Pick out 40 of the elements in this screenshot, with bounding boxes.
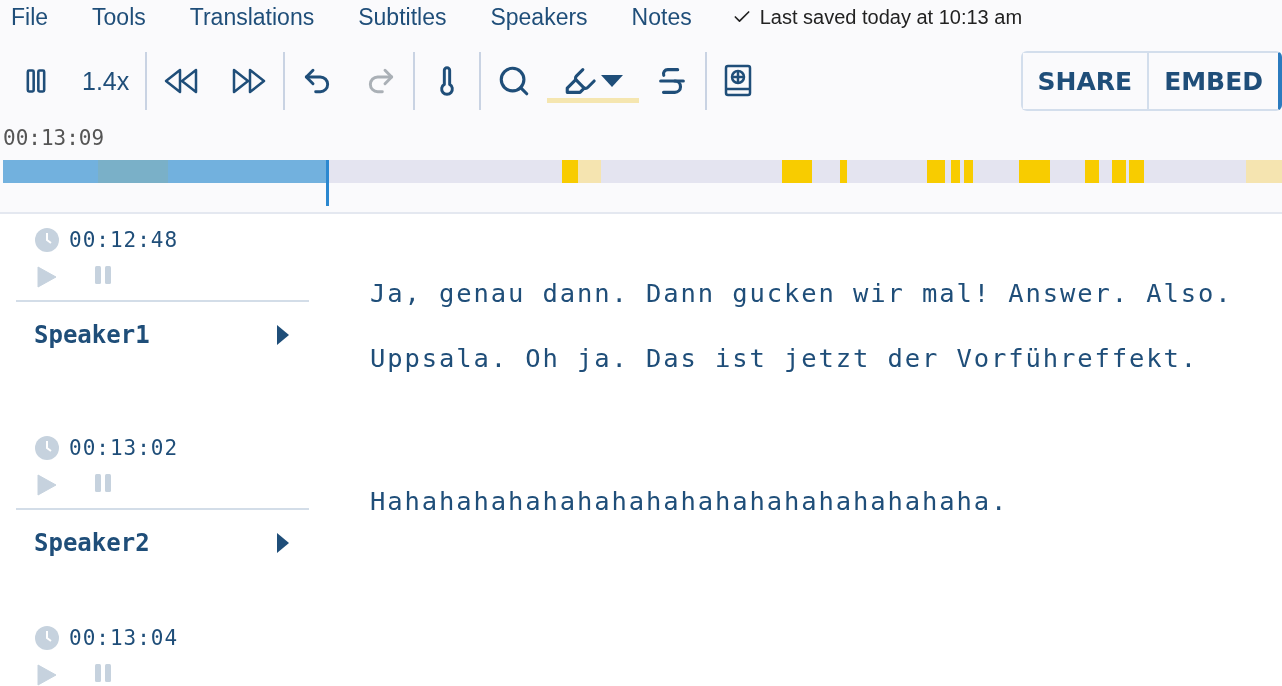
played-region	[98, 160, 168, 183]
transcript-text[interactable]: Ja, genau dann. Dann gucken wir mal! Answer. Also. Uppsala. Oh ja. Das ist jetzt der Vorführeffekt.	[309, 214, 1282, 422]
highlight-marker	[782, 160, 812, 183]
menu-item[interactable]: Translations	[189, 3, 315, 31]
rewind-icon	[163, 67, 200, 95]
speaker-name[interactable]: Speaker1	[34, 321, 150, 349]
action-button[interactable]: EMBED	[1147, 53, 1278, 109]
highlight-marker	[840, 160, 847, 183]
speaker-name[interactable]: Speaker2	[34, 529, 150, 557]
clock-icon	[35, 436, 59, 460]
menu-item[interactable]: Subtitles	[358, 3, 447, 31]
highlight-marker	[1246, 160, 1282, 183]
globe-book-icon	[723, 64, 754, 98]
current-time: 00:13:09	[2, 125, 106, 152]
caret-icon	[601, 75, 624, 87]
menu-item[interactable]: File	[11, 3, 49, 31]
menu-item[interactable]: Notes	[631, 3, 692, 31]
highlight-marker	[1085, 160, 1099, 183]
save-status: Last saved today at 10:13 am	[759, 5, 1023, 29]
highlight-marker	[964, 160, 973, 183]
menu-item[interactable]: Speakers	[490, 3, 588, 31]
timeline-track[interactable]	[3, 160, 1282, 183]
speed-button[interactable]: 1.4x	[66, 59, 146, 103]
highlight-marker	[1019, 160, 1050, 183]
highlight-marker	[951, 160, 960, 183]
segment-timestamp: 00:12:48	[69, 228, 179, 252]
segment-timestamp: 00:13:04	[69, 626, 179, 650]
highlight-marker	[1112, 160, 1126, 183]
segment-timestamp: 00:13:02	[69, 436, 179, 460]
caret-right-icon[interactable]	[277, 325, 289, 345]
fast-forward-icon	[231, 67, 268, 95]
playhead[interactable]	[325, 160, 329, 206]
menu-item[interactable]: Tools	[92, 3, 146, 31]
caret-right-icon[interactable]	[277, 533, 289, 553]
clock-icon	[35, 626, 59, 650]
transcript-text[interactable]: Hahahahahahahahahahahahahahahahahaha.	[309, 422, 1282, 612]
highlight-marker	[927, 160, 945, 183]
clock-icon	[35, 228, 59, 252]
highlight-marker	[1129, 160, 1144, 183]
speed-label: 1.4x	[82, 66, 130, 96]
